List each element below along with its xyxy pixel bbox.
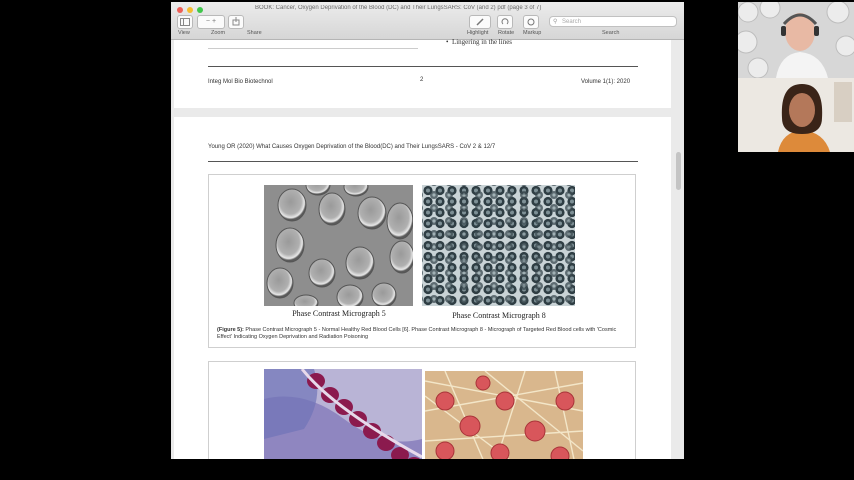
rotate-icon [501,18,509,25]
figure-6-box [208,361,636,459]
document-view[interactable]: • Lingering in the lines Integ Mol Bio B… [171,38,684,459]
sidebar-icon [180,18,190,26]
search-icon: ⚲ [553,19,558,25]
header-rule [208,161,638,162]
rotate-button[interactable] [497,15,513,29]
markup-icon [527,18,535,26]
pdf-page-3: Young OR (2020) What Causes Oxygen Depri… [174,117,671,459]
toolbar-label-view: View [178,30,190,36]
stained-tissue-image [264,369,422,459]
figure-5-box: Phase Contrast Micrograph 5 Phase Contra… [208,174,636,348]
sidebar-toggle-button[interactable] [177,15,193,29]
journal-name: Integ Mol Bio Biotechnol [208,79,273,85]
volume-info: Volume 1(1): 2020 [581,79,631,85]
micrograph-8-image [422,185,575,306]
toolbar: BOOK: Cancer, Oxygen Deprivation of the … [171,2,684,40]
search-input[interactable]: ⚲ Search [549,16,677,27]
micrograph-8-caption: Phase Contrast Micrograph 8 [452,311,546,320]
figure-caption: (Figure 5): Phase Contrast Micrograph 5 … [217,327,629,341]
pdf-viewer-window: BOOK: Cancer, Oxygen Deprivation of the … [171,2,684,459]
toolbar-label-highlight: Highlight [467,30,489,36]
video-participant-1[interactable] [738,2,854,78]
page-number: 2 [420,77,424,83]
search-placeholder: Search [562,19,582,25]
zoom-buttons[interactable]: − + [197,15,225,29]
micrograph-5-caption: Phase Contrast Micrograph 5 [292,309,386,318]
pdf-page-2: • Lingering in the lines Integ Mol Bio B… [174,38,671,108]
toolbar-label-rotate: Rotate [498,30,515,36]
close-window-button[interactable] [177,7,183,13]
pen-icon [476,18,484,26]
highlight-button[interactable] [469,15,491,29]
share-icon [232,17,240,26]
zoom-in-icon[interactable]: + [212,18,216,25]
window-title: BOOK: Cancer, Oxygen Deprivation of the … [255,5,542,11]
list-item: • Lingering in the lines [446,38,513,46]
video-participant-2[interactable] [738,78,854,152]
zoom-out-icon[interactable]: − [206,18,210,25]
vertical-scrollbar[interactable] [676,152,681,190]
micrograph-5-image [264,185,413,306]
toolbar-label-markup: Markup [523,30,542,36]
footer-rule [208,66,638,67]
toolbar-label-share: Share [247,30,262,36]
running-header: Young OR (2020) What Causes Oxygen Depri… [208,144,496,150]
figure-label: (Figure 5): [217,327,244,333]
divider [208,48,418,49]
toolbar-label-search: Search [602,30,620,36]
toolbar-label-zoom: Zoom [211,30,226,36]
markup-button[interactable] [523,15,539,29]
share-button[interactable] [228,15,244,29]
fibrin-cells-image [425,371,583,459]
minimize-window-button[interactable] [187,7,193,13]
figure-caption-text: Phase Contrast Micrograph 5 - Normal Hea… [217,327,617,340]
zoom-window-button[interactable] [197,7,203,13]
